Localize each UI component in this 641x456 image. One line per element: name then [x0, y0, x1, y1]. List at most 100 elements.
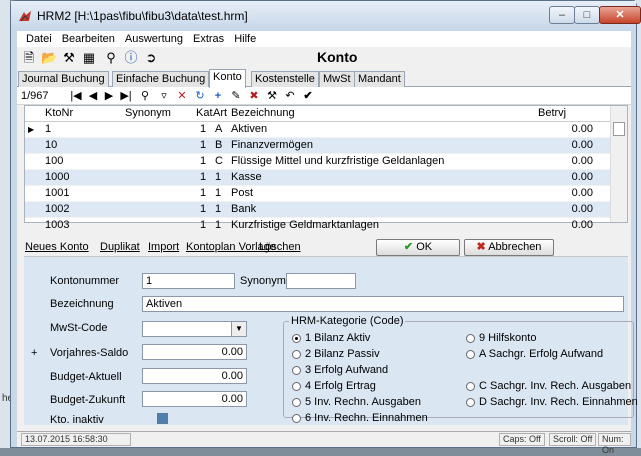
tab-journal-buchung[interactable]: Journal Buchung	[18, 71, 109, 87]
cell-art[interactable]: 1	[215, 202, 221, 217]
tab-einfache-buchung[interactable]: Einfache Buchung	[112, 71, 210, 87]
col-bezeichnung[interactable]: Bezeichnung	[231, 106, 295, 121]
tab-konto[interactable]: Konto	[209, 69, 246, 88]
kategorie-radio-10[interactable]: D Sachgr. Inv. Rech. Einnahmen	[466, 396, 638, 408]
cell-art[interactable]: 1	[215, 186, 221, 201]
tab-kostenstelle[interactable]: Kostenstelle	[251, 71, 319, 87]
open-folder-icon[interactable]: 📂	[41, 50, 57, 66]
exit-icon[interactable]: ➲	[143, 50, 159, 66]
cell-kat[interactable]: 1	[200, 202, 206, 217]
kategorie-radio-9[interactable]: C Sachgr. Inv. Rech. Ausgaben	[466, 380, 631, 392]
abbrechen-button[interactable]: ✖ Abbrechen	[464, 239, 554, 256]
cell-kto[interactable]: 1	[45, 122, 51, 137]
search-icon[interactable]: ⚲	[103, 50, 119, 66]
kategorie-radio-3[interactable]: 3 Erfolg Aufwand	[292, 364, 388, 376]
cell-kto[interactable]: 100	[45, 154, 63, 169]
cell-betr[interactable]: 0.00	[572, 170, 593, 185]
post-record-icon[interactable]: ✔	[301, 88, 315, 104]
find-icon[interactable]: ⚲	[137, 88, 153, 104]
table-row[interactable]: 100 1 C Flüssige Mittel und kurzfristige Ge…	[25, 154, 627, 170]
kontonummer-field[interactable]: 1	[142, 273, 235, 289]
cell-betr[interactable]: 0.00	[572, 122, 593, 137]
table-row[interactable]: ▶ 1 1 A Aktiven 0.00	[25, 122, 627, 138]
col-betrvj[interactable]: Betrvj	[538, 106, 566, 121]
cell-art[interactable]: 1	[215, 218, 221, 233]
delete-record-icon[interactable]: ✖	[247, 88, 261, 104]
cell-bez[interactable]: Aktiven	[231, 122, 267, 137]
kategorie-radio-7[interactable]: 9 Hilfskonto	[466, 332, 536, 344]
grid-scrollbar[interactable]	[610, 106, 627, 222]
kategorie-radio-6[interactable]: 6 Inv. Rechn. Einnahmen	[292, 412, 428, 424]
neues-konto-link[interactable]: Neues Konto	[25, 241, 89, 253]
col-ktonr[interactable]: KtoNr	[45, 106, 73, 121]
cell-kat[interactable]: 1	[200, 186, 206, 201]
prev-record-icon[interactable]: ◀	[87, 88, 99, 104]
duplikat-link[interactable]: Duplikat	[100, 241, 140, 253]
cell-betr[interactable]: 0.00	[572, 202, 593, 217]
minimize-button[interactable]: –	[549, 6, 575, 24]
cell-betr[interactable]: 0.00	[572, 186, 593, 201]
cell-art[interactable]: A	[215, 122, 222, 137]
kategorie-radio-5[interactable]: 5 Inv. Rechn. Ausgaben	[292, 396, 421, 408]
cell-bez[interactable]: Finanzvermögen	[231, 138, 313, 153]
undo-icon[interactable]: ↶	[283, 88, 297, 104]
import-link[interactable]: Import	[148, 241, 179, 253]
loeschen-link[interactable]: Löschen	[259, 241, 301, 253]
cell-art[interactable]: 1	[215, 170, 221, 185]
kategorie-radio-2[interactable]: 2 Bilanz Passiv	[292, 348, 380, 360]
tab-mwst[interactable]: MwSt	[319, 71, 355, 87]
cell-betr[interactable]: 0.00	[572, 154, 593, 169]
kategorie-radio-4[interactable]: 4 Erfolg Ertrag	[292, 380, 376, 392]
next-record-icon[interactable]: ▶	[103, 88, 115, 104]
info-icon[interactable]: ⓘ	[123, 50, 139, 66]
filter-icon[interactable]: ▿	[157, 88, 171, 104]
kto-inaktiv-checkbox[interactable]	[157, 413, 168, 424]
cell-betr[interactable]: 0.00	[572, 218, 593, 233]
mwst-code-select[interactable]: ▼	[142, 321, 247, 337]
menu-datei[interactable]: Datei	[21, 31, 57, 47]
cell-kto[interactable]: 1000	[45, 170, 69, 185]
cell-bez[interactable]: Post	[231, 186, 253, 201]
clear-filter-icon[interactable]: ✕	[175, 88, 189, 104]
menu-hilfe[interactable]: Hilfe	[229, 31, 261, 47]
cell-art[interactable]: C	[215, 154, 223, 169]
synonym-field[interactable]	[286, 273, 356, 289]
kategorie-radio-8[interactable]: A Sachgr. Erfolg Aufwand	[466, 348, 603, 360]
menu-auswertung[interactable]: Auswertung	[120, 31, 188, 47]
menu-extras[interactable]: Extras	[188, 31, 229, 47]
budget-zukunft-field[interactable]: 0.00	[142, 391, 247, 407]
first-record-icon[interactable]: |◀	[69, 88, 83, 104]
table-row[interactable]: 1002 1 1 Bank 0.00	[25, 202, 627, 218]
close-button[interactable]: ✕	[599, 6, 641, 24]
cell-kat[interactable]: 1	[200, 138, 206, 153]
maximize-button[interactable]: □	[574, 6, 600, 24]
table-row[interactable]: 1001 1 1 Post 0.00	[25, 186, 627, 202]
kategorie-radio-1[interactable]: 1 Bilanz Aktiv	[292, 332, 370, 344]
chevron-down-icon[interactable]: ▼	[231, 322, 246, 336]
last-record-icon[interactable]: ▶|	[119, 88, 133, 104]
edit-record-icon[interactable]: ✎	[229, 88, 243, 104]
vorjahres-saldo-field[interactable]: 0.00	[142, 344, 247, 360]
cell-kat[interactable]: 1	[200, 122, 206, 137]
scrollbar-thumb[interactable]	[613, 122, 625, 136]
tools-record-icon[interactable]: ⚒	[265, 88, 279, 104]
cell-betr[interactable]: 0.00	[572, 138, 593, 153]
ok-button[interactable]: ✔ OK	[376, 239, 460, 256]
col-kat[interactable]: Kat	[196, 106, 213, 121]
cell-kto[interactable]: 1002	[45, 202, 69, 217]
col-synonym[interactable]: Synonym	[125, 106, 171, 121]
budget-aktuell-field[interactable]: 0.00	[142, 368, 247, 384]
cell-kat[interactable]: 1	[200, 154, 206, 169]
add-record-icon[interactable]: +	[211, 88, 225, 104]
tab-mandant[interactable]: Mandant	[354, 71, 405, 87]
calculator-icon[interactable]: ▦	[81, 50, 97, 66]
tools-icon[interactable]: ⚒	[61, 50, 77, 66]
table-row[interactable]: 1003 1 1 Kurzfristige Geldmarktanlagen 0.00	[25, 218, 627, 234]
cell-kat[interactable]: 1	[200, 218, 206, 233]
expand-plus-icon[interactable]: +	[31, 347, 37, 359]
menu-bearbeiten[interactable]: Bearbeiten	[57, 31, 120, 47]
cell-bez[interactable]: Kurzfristige Geldmarktanlagen	[231, 218, 379, 233]
cell-bez[interactable]: Flüssige Mittel und kurzfristige Geldanl…	[231, 154, 444, 169]
new-file-icon[interactable]: 🗎	[21, 50, 37, 66]
bezeichnung-field[interactable]: Aktiven	[142, 296, 624, 312]
